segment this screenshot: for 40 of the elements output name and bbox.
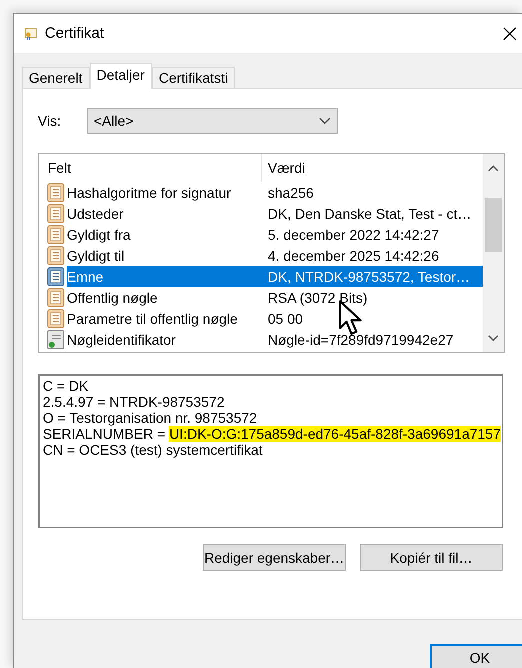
show-label: Vis: (38, 113, 62, 129)
field-icon (47, 224, 65, 244)
chevron-down-icon (319, 117, 331, 125)
detail-line: CN = OCES3 (test) systemcertifikat (43, 442, 264, 458)
tab[interactable]: Detaljer (90, 63, 152, 89)
list-row[interactable]: Hashalgoritme for signatur sha256 (67, 182, 483, 203)
detail-line: SERIALNUMBER = UI:DK-O:G:175a859d-ed76-45af-828f-3a69691a7157 (43, 426, 499, 442)
details-text-area[interactable]: C = DK 2.5.4.97 = NTRDK-98753572 O = Testorganisation nr. 98753572 SERIALNUMBER = UI:DK-O:G:175a859d-ed76-45af-828f-3a69691a7157 CN = OCES3 (test) systemcertifikat (38, 374, 503, 528)
detail-line: C = DK (43, 378, 90, 394)
scroll-up-icon[interactable] (488, 164, 499, 172)
detail-line: 2.5.4.97 = NTRDK-98753572 (43, 394, 226, 410)
extension-icon (47, 330, 65, 350)
field-icon (47, 182, 65, 202)
list-row[interactable]: Gyldigt til 4. december 2025 14:42:26 (67, 245, 483, 266)
list-row[interactable]: Emne DK, NTRDK-98753572, Testor… (67, 266, 483, 287)
list-row[interactable]: Gyldigt fra 5. december 2022 14:42:27 (67, 224, 483, 245)
field-icon (47, 288, 65, 308)
window-title: Certifikat (45, 25, 104, 42)
show-dropdown[interactable]: <Alle> (87, 108, 338, 134)
scroll-down-icon[interactable] (488, 334, 499, 342)
field-icon (47, 246, 65, 266)
tab[interactable]: Generelt (22, 67, 90, 88)
detail-line: O = Testorganisation nr. 98753572 (43, 410, 258, 426)
scrollbar-thumb[interactable] (485, 198, 502, 252)
action-button[interactable]: Kopiér til fil… (360, 544, 503, 571)
list-row[interactable]: Udsteder DK, Den Danske Stat, Test - ct… (67, 203, 483, 224)
column-header[interactable]: Felt (39, 154, 262, 182)
action-button[interactable]: Rediger egenskaber… (203, 544, 346, 571)
close-icon[interactable] (503, 26, 517, 40)
certificate-icon (25, 28, 37, 40)
list-row[interactable]: Nøgleidentifikator Nøgle-id=7f289fd9719942e27 (67, 329, 483, 350)
tab[interactable]: Certifikatsti (152, 67, 236, 88)
list-row[interactable]: Offentlig nøgle RSA (3072 Bits) (67, 287, 483, 308)
column-header[interactable]: Værdi (262, 154, 306, 182)
field-icon (47, 308, 65, 328)
field-icon (47, 266, 65, 286)
scrollbar[interactable] (483, 154, 504, 352)
list-row[interactable]: Parametre til offentlig nøgle 05 00 (67, 308, 483, 329)
field-icon (47, 204, 65, 224)
ok-button[interactable]: OK (430, 644, 522, 668)
